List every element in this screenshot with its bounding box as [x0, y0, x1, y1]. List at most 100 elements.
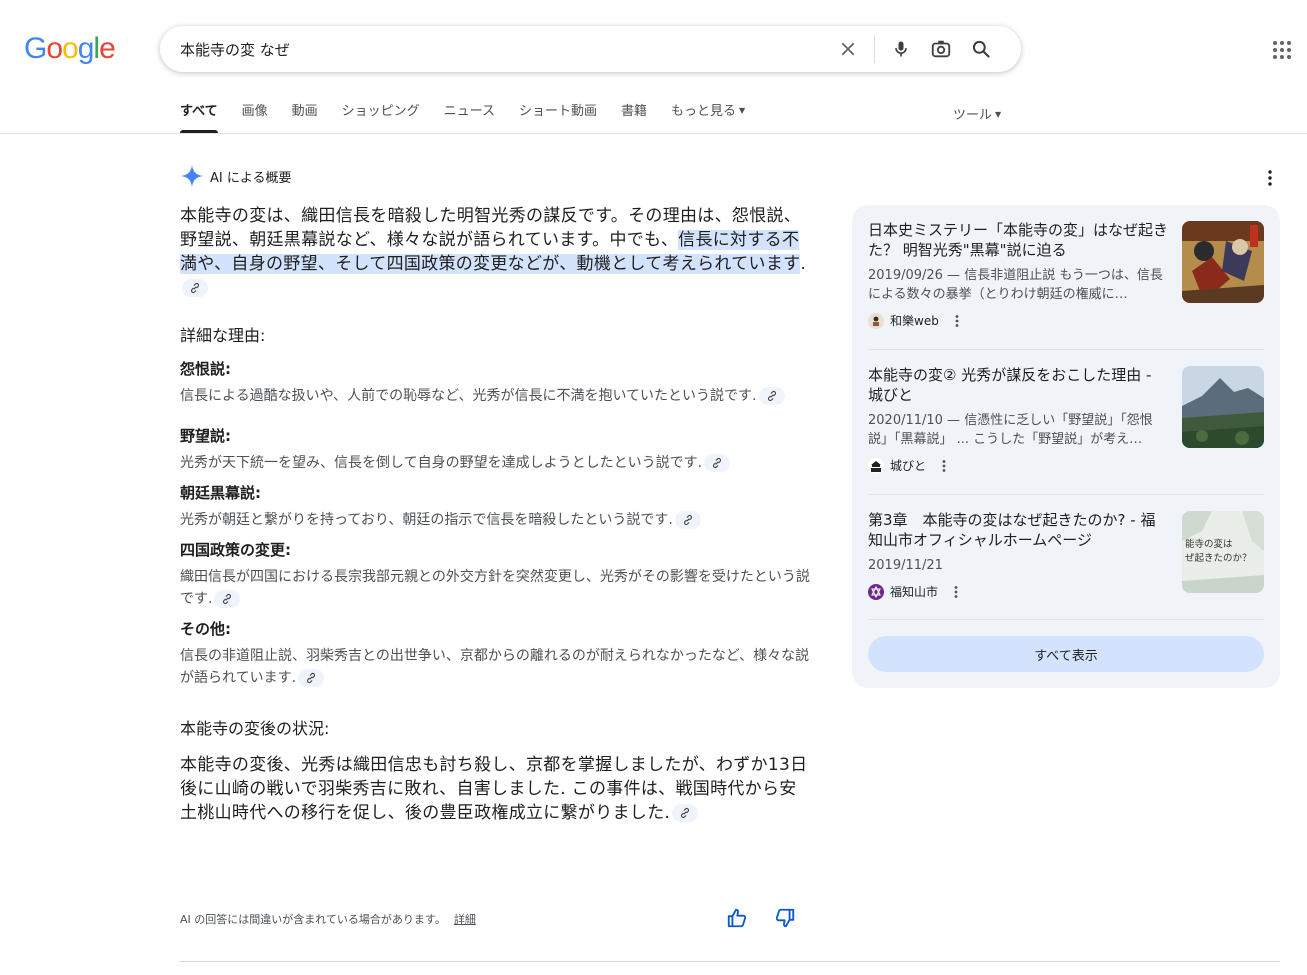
google-logo[interactable]: Google [24, 32, 116, 66]
apps-grid-button[interactable] [1270, 38, 1294, 62]
tab-shopping[interactable]: ショッピング [342, 100, 420, 133]
lens-search-button[interactable] [921, 29, 961, 69]
source-link-chip[interactable] [214, 590, 241, 608]
more-vert-icon[interactable] [938, 459, 950, 473]
search-input[interactable]: 本能寺の変 なぜ [180, 39, 828, 60]
link-icon [681, 807, 690, 819]
reason-text: 信長の非道阻止説、羽柴秀吉との出世争い、京都からの離れるのが耐えられなかったなど… [180, 645, 810, 689]
summary-end: . [800, 254, 807, 274]
source-site-name: 和樂web [890, 314, 939, 328]
caret-down-icon: ▼ [739, 106, 746, 115]
tab-label: すべて [180, 104, 218, 119]
link-icon [767, 390, 776, 402]
source-separator [868, 494, 1264, 495]
source-site: 城びと [868, 457, 1264, 474]
reason-text-content: 信長による過酷な扱いや、人前での恥辱など、光秀が信長に不満を抱いていたという説で… [180, 388, 757, 404]
source-link-chip[interactable] [298, 669, 325, 687]
reason-text: 光秀が朝廷と繋がりを持っており、朝廷の指示で信長を暗殺したという説です. [180, 509, 810, 531]
search-tabs: すべて 画像 動画 ショッピング ニュース ショート動画 書籍 もっと見る ▼ [180, 100, 769, 133]
reason-text: 織田信長が四国における長宗我部元親との外交方針を突然変更し、光秀がその影響を受け… [180, 566, 810, 610]
link-icon [223, 593, 232, 605]
reason-title: 怨恨説: [180, 360, 231, 378]
tab-label: もっと見る [671, 104, 737, 119]
tab-images[interactable]: 画像 [242, 100, 268, 133]
reason-text-content: 織田信長が四国における長宗我部元親との外交方針を突然変更し、光秀がその影響を受け… [180, 569, 810, 607]
aftermath-paragraph: 本能寺の変後、光秀は織田信忠も討ち殺し、京都を掌握しましたが、わずか13日後に山… [180, 753, 810, 825]
ai-overview-content: 本能寺の変は、織田信長を暗殺した明智光秀の謀反です。その理由は、怨恨説、野望説、… [180, 204, 810, 825]
thumbs-up-button[interactable] [726, 907, 750, 931]
tools-menu[interactable]: ツール ▼ [953, 104, 1001, 123]
source-site-name: 福知山市 [890, 585, 939, 599]
source-site: 和樂web [868, 312, 1264, 329]
voice-search-button[interactable] [881, 29, 921, 69]
logo-letter: o [46, 32, 63, 65]
tab-videos[interactable]: 動画 [292, 100, 318, 133]
logo-letter: e [99, 32, 116, 65]
thumbnail-text: ぜ起きたのか？ [1185, 553, 1252, 564]
source-title[interactable]: 第3章 本能寺の変はなぜ起きたのか? - 福知山市オフィシャルホームページ [868, 510, 1168, 550]
tab-label: ニュース [443, 104, 495, 119]
reason-list: 怨恨説: 信長による過酷な扱いや、人前での恥辱など、光秀が信長に不満を抱いていたと… [180, 358, 810, 689]
show-all-button[interactable]: すべて表示 [868, 636, 1264, 672]
tab-news[interactable]: ニュース [444, 100, 495, 133]
ai-overview-header: AI による概要 [180, 164, 291, 188]
source-thumbnail[interactable]: 能寺の変は ぜ起きたのか？ [1182, 511, 1264, 593]
more-vert-icon[interactable] [951, 314, 963, 328]
tab-books[interactable]: 書籍 [621, 100, 647, 133]
section-divider [180, 961, 1280, 962]
source-link-chip[interactable] [758, 387, 785, 405]
tab-short-videos[interactable]: ショート動画 [519, 100, 597, 133]
more-vert-icon [1268, 170, 1272, 186]
logo-letter: G [24, 32, 47, 65]
tab-label: 画像 [241, 104, 268, 119]
tab-label: 書籍 [621, 104, 648, 119]
source-link-chip[interactable] [672, 804, 699, 822]
tab-all[interactable]: すべて [180, 100, 218, 133]
reason-title: 朝廷黒幕説: [180, 484, 261, 502]
thumbnail-text: 能寺の変は [1185, 538, 1233, 550]
ai-overview-menu[interactable] [1262, 168, 1278, 192]
source-link-chip[interactable] [704, 454, 731, 472]
more-vert-icon[interactable] [950, 585, 962, 599]
search-icon [972, 40, 990, 58]
caret-down-icon: ▼ [995, 110, 1002, 119]
link-icon [307, 672, 316, 684]
tab-label: 動画 [291, 104, 318, 119]
wakuweb-favicon-icon [868, 312, 884, 329]
source-title[interactable]: 日本史ミステリー「本能寺の変」はなぜ起きた？ 明智光秀"黒幕"説に迫る [868, 220, 1168, 260]
tab-more[interactable]: もっと見る ▼ [671, 100, 745, 133]
header-divider [0, 133, 1307, 134]
source-thumbnail[interactable] [1182, 221, 1264, 303]
details-link[interactable]: 詳細 [454, 913, 476, 926]
reason-text: 光秀が天下統一を望み、信長を倒して自身の野望を達成しようとしたという説です. [180, 452, 810, 474]
link-icon [683, 514, 692, 526]
link-icon [190, 282, 200, 294]
grid-icon [1273, 41, 1291, 59]
ai-summary: 本能寺の変は、織田信長を暗殺した明智光秀の謀反です。その理由は、怨恨説、野望説、… [180, 204, 810, 300]
tab-label: ショート動画 [518, 104, 597, 119]
source-separator [868, 349, 1264, 350]
clear-button[interactable] [828, 29, 868, 69]
fukuchiyama-favicon-icon [868, 583, 884, 600]
source-link-chip[interactable] [674, 511, 701, 529]
disclaimer-text: AI の回答には間違いが含まれている場合があります。 [180, 913, 446, 926]
reason-text: 信長による過酷な扱いや、人前での恥辱など、光秀が信長に不満を抱いていたという説で… [180, 385, 810, 407]
reason-text-content: 信長の非道阻止説、羽柴秀吉との出世争い、京都からの離れるのが耐えられなかったなど… [180, 648, 810, 686]
source-snippet: 2019/11/21 [868, 558, 943, 573]
mic-icon [895, 41, 907, 57]
source-title[interactable]: 本能寺の変② 光秀が謀反をおこした理由 - 城びと [868, 365, 1168, 405]
logo-letter: o [62, 32, 79, 65]
thumbs-up-icon [727, 908, 747, 928]
link-icon [713, 457, 722, 469]
thumbs-down-icon [775, 908, 795, 928]
thumbs-down-button[interactable] [774, 907, 798, 931]
source-link-chip[interactable] [182, 279, 208, 297]
search-button[interactable] [961, 29, 1001, 69]
show-all-label: すべて表示 [1034, 648, 1098, 664]
close-icon [841, 42, 855, 56]
reason-title: 野望説: [180, 427, 231, 445]
source-thumbnail[interactable] [1182, 366, 1264, 448]
reason-title: その他: [180, 620, 231, 638]
search-box[interactable]: 本能寺の変 なぜ [160, 26, 1021, 72]
source-separator [868, 619, 1264, 620]
